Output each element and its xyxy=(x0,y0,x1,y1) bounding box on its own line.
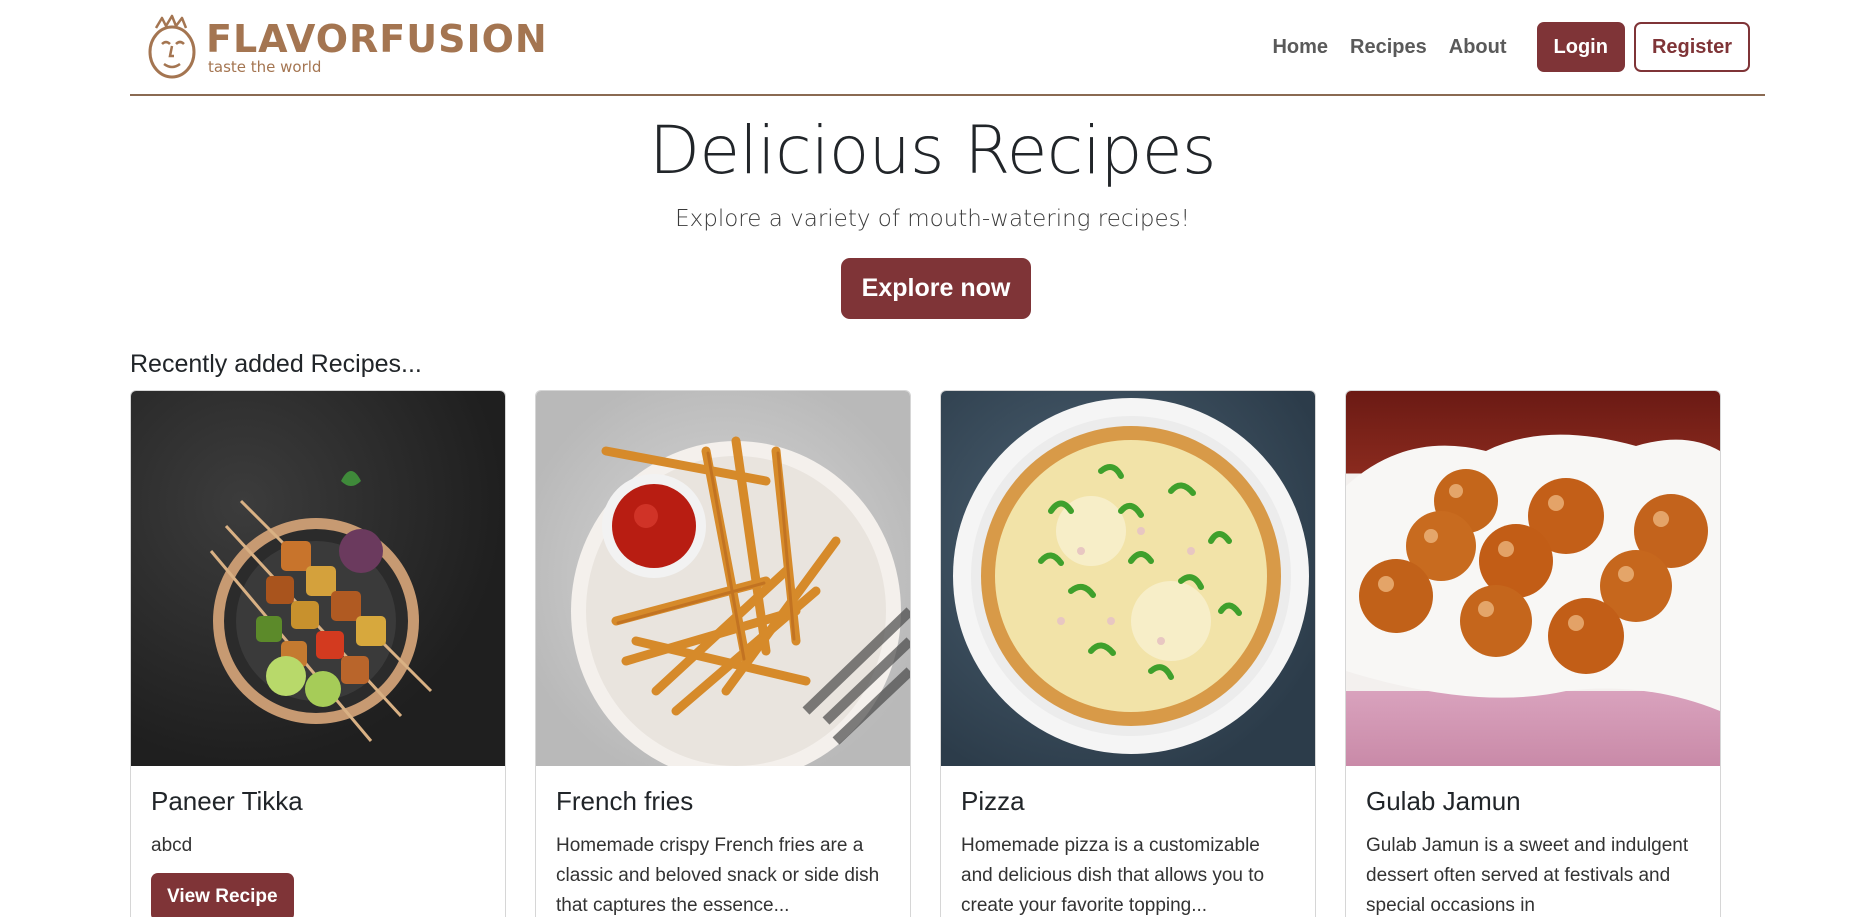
recipe-description: Homemade pizza is a customizable and del… xyxy=(961,835,1265,916)
login-button[interactable]: Login xyxy=(1536,22,1625,72)
recipe-description: Gulab Jamun is a sweet and indulgent des… xyxy=(1366,835,1689,916)
recipe-card: French fries Homemade crispy French frie… xyxy=(535,390,911,917)
brand-name: FLAVORFUSION xyxy=(206,17,548,61)
register-button[interactable]: Register xyxy=(1633,22,1750,72)
navbar: FLAVORFUSION taste the world Home Recipe… xyxy=(130,0,1765,96)
brand-tagline: taste the world xyxy=(208,58,322,76)
nav-link-about[interactable]: About xyxy=(1449,22,1507,72)
recipe-card: Paneer Tikka abcd View Recipe xyxy=(130,390,506,917)
brand-logo-icon xyxy=(148,14,196,79)
recipe-title: French fries xyxy=(556,786,694,816)
hero-title: Delicious Recipes xyxy=(649,112,1216,189)
hero-subtitle: Explore a variety of mouth-watering reci… xyxy=(675,206,1190,232)
nav-link-home[interactable]: Home xyxy=(1272,22,1328,72)
french-fries-image[interactable] xyxy=(536,391,910,766)
recipe-title: Pizza xyxy=(961,786,1025,816)
recent-recipes-heading: Recently added Recipes... xyxy=(130,350,422,378)
pizza-image[interactable] xyxy=(941,391,1315,766)
recipe-title: Gulab Jamun xyxy=(1366,786,1521,816)
explore-now-button[interactable]: Explore now xyxy=(841,258,1031,319)
recipe-card: Pizza Homemade pizza is a customizable a… xyxy=(940,390,1316,917)
brand[interactable]: FLAVORFUSION taste the world xyxy=(146,14,548,80)
recipe-title: Paneer Tikka xyxy=(151,786,303,816)
nav-link-recipes[interactable]: Recipes xyxy=(1350,22,1427,72)
paneer-tikka-image[interactable] xyxy=(131,391,505,766)
view-recipe-button[interactable]: View Recipe xyxy=(151,873,294,917)
nav-links: Home Recipes About Login Register xyxy=(1272,22,1750,72)
gulab-jamun-image[interactable] xyxy=(1346,391,1720,766)
recipe-description: abcd xyxy=(151,835,193,856)
recipe-description: Homemade crispy French fries are a class… xyxy=(556,835,880,916)
recipe-card: Gulab Jamun Gulab Jamun is a sweet and i… xyxy=(1345,390,1721,917)
